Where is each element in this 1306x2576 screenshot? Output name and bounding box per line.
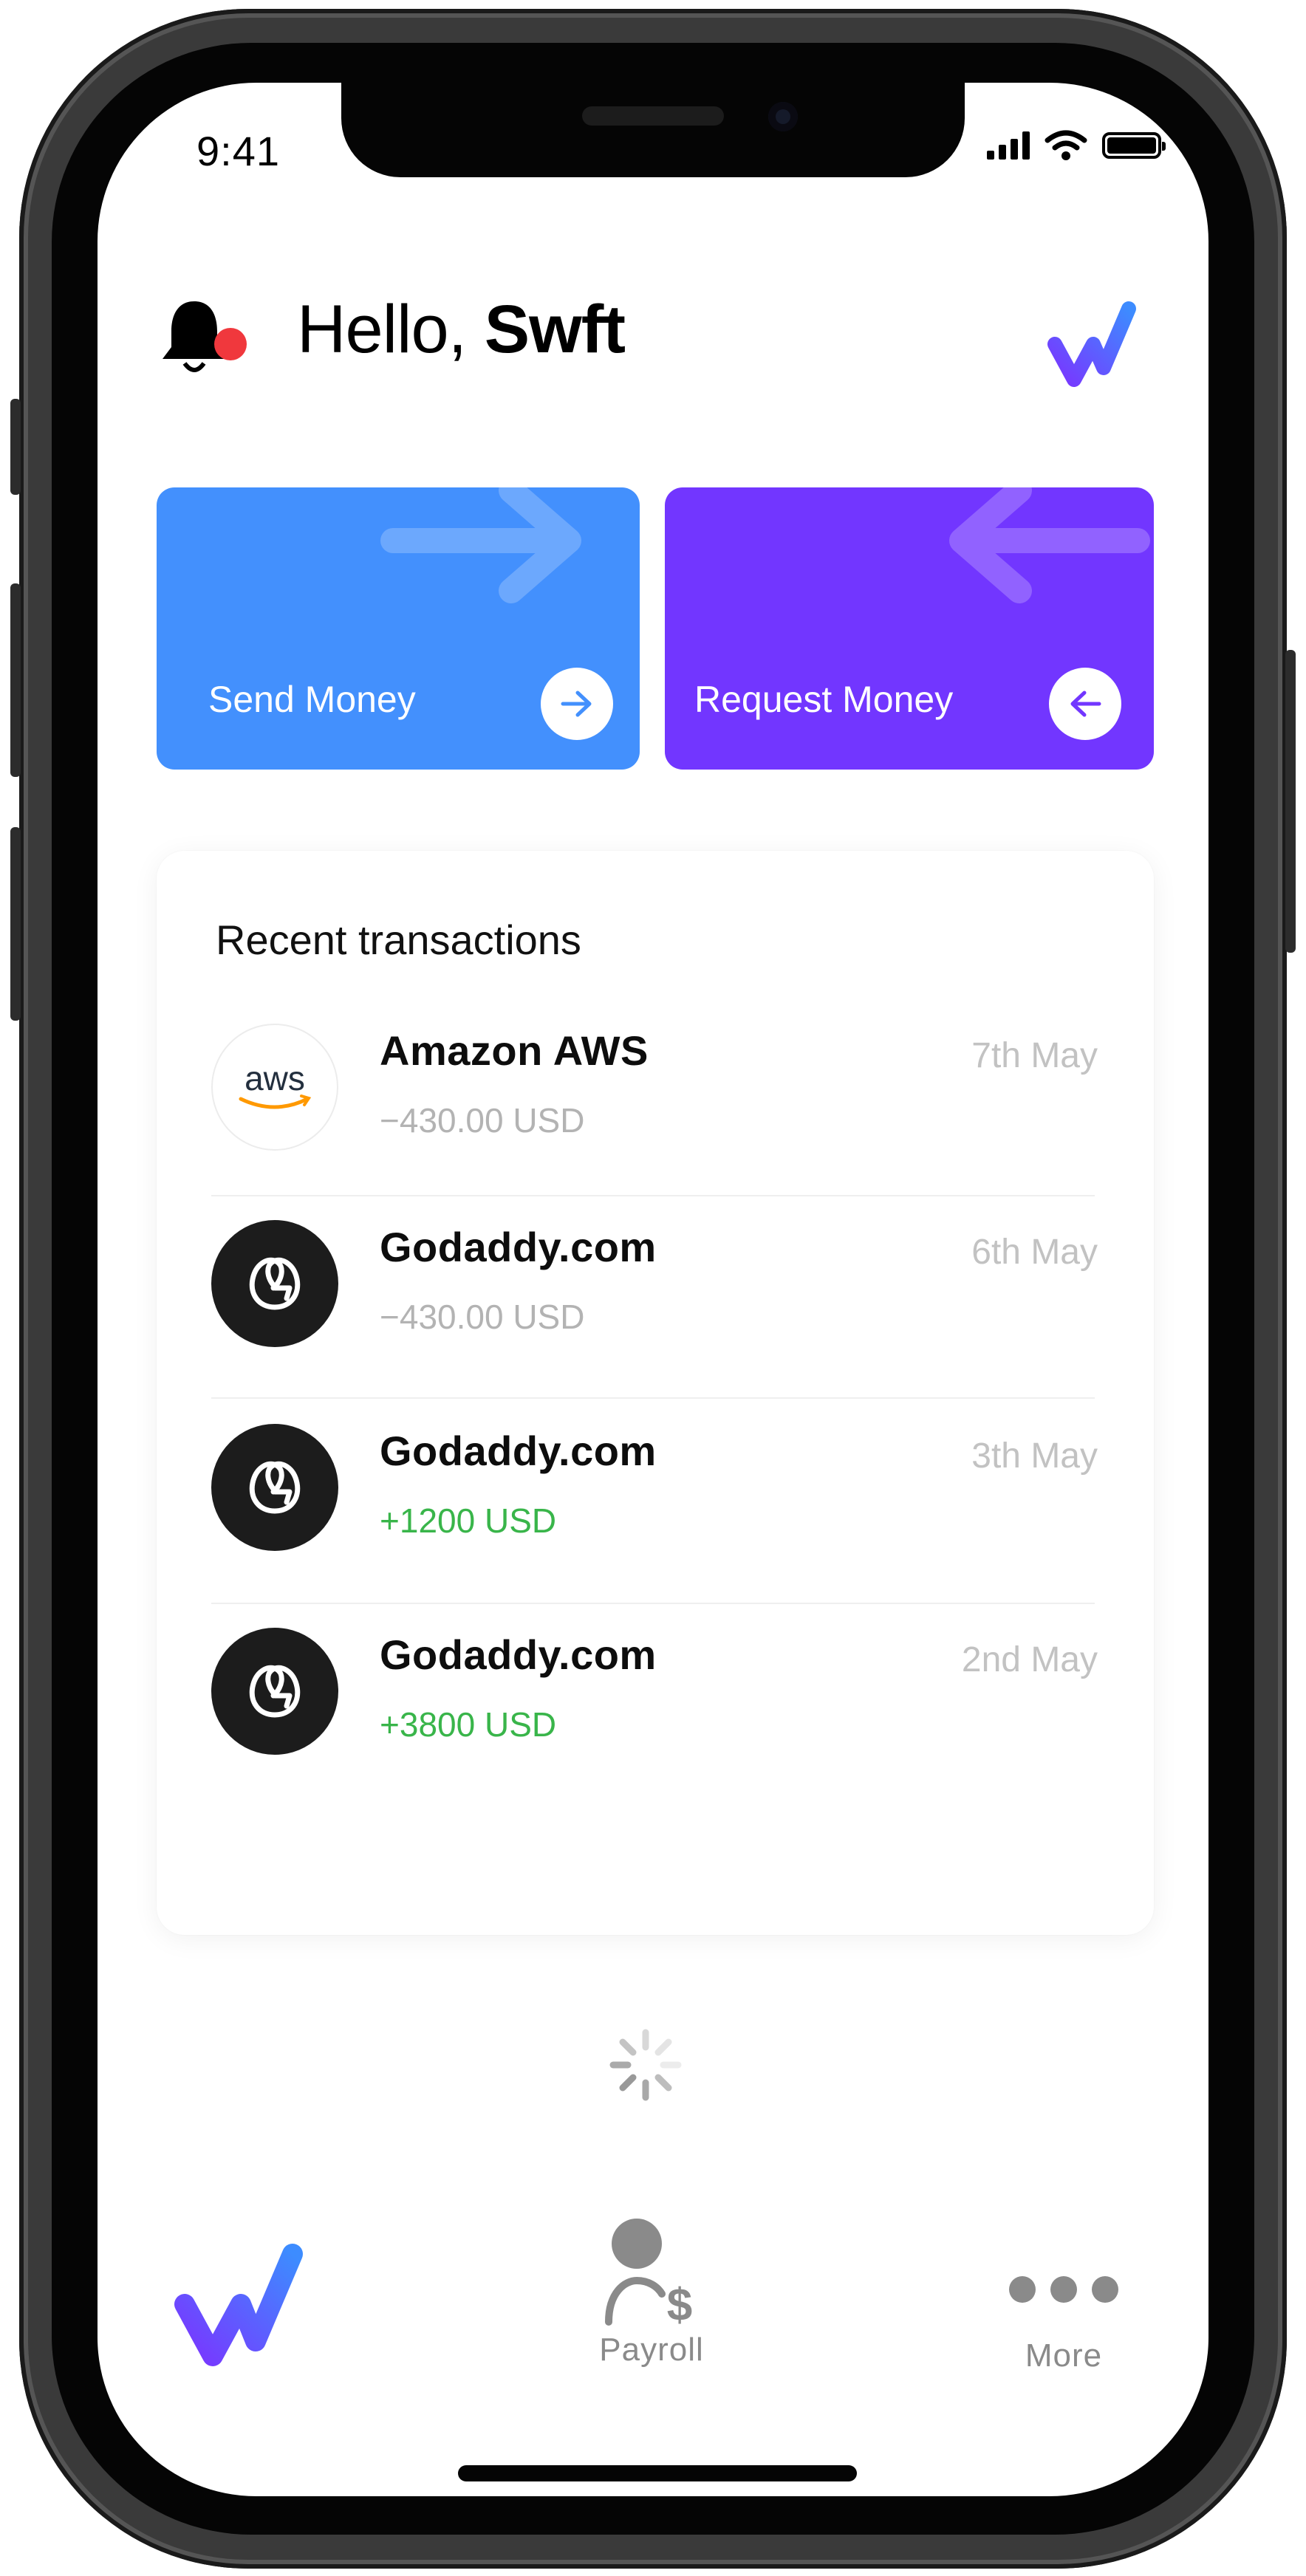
- arrow-left-icon: [1070, 691, 1101, 717]
- swft-logo-icon: [174, 2244, 303, 2366]
- transaction-date: 7th May: [971, 1036, 1098, 1075]
- aws-logo-icon: aws: [211, 1024, 338, 1151]
- row-divider: [211, 1195, 1095, 1196]
- transaction-row[interactable]: Godaddy.com +1200 USD 3th May: [211, 1424, 1098, 1609]
- tab-home[interactable]: [168, 2230, 309, 2371]
- transaction-date: 6th May: [971, 1233, 1098, 1272]
- notch: [341, 83, 965, 177]
- tab-more[interactable]: More: [997, 2273, 1130, 2374]
- status-icons: [987, 130, 1166, 161]
- godaddy-logo-icon: [211, 1424, 338, 1551]
- request-money-button[interactable]: [1049, 668, 1121, 740]
- row-divider: [211, 1397, 1095, 1399]
- recent-transactions-panel: Recent transactions aws Amazon AWS −430.…: [157, 851, 1154, 1935]
- transactions-title: Recent transactions: [216, 917, 581, 963]
- request-money-label: Request Money: [694, 679, 954, 720]
- row-divider: [211, 1603, 1095, 1604]
- transaction-amount: +3800 USD: [380, 1705, 557, 1744]
- transaction-amount: −430.00 USD: [380, 1298, 585, 1336]
- aws-logo-text: aws: [245, 1059, 305, 1097]
- app-screen: 9:41 Hello, Swft Send Money Request Mone…: [98, 83, 1208, 2496]
- arrow-right-watermark-icon: [380, 487, 581, 603]
- godaddy-logo-icon: [211, 1628, 338, 1755]
- bell-icon: [163, 301, 247, 372]
- arrow-left-watermark-icon: [949, 487, 1150, 603]
- send-money-label: Send Money: [208, 679, 416, 720]
- transaction-amount: −430.00 USD: [380, 1101, 585, 1140]
- payroll-icon: $: [605, 2219, 692, 2331]
- transaction-date: 3th May: [971, 1436, 1098, 1476]
- earpiece-speaker: [582, 106, 724, 126]
- transaction-row[interactable]: Godaddy.com +3800 USD 2nd May: [211, 1628, 1098, 1812]
- loading-spinner-icon: [609, 2029, 682, 2101]
- home-indicator[interactable]: [458, 2465, 857, 2481]
- swft-logo-icon: [1043, 292, 1139, 388]
- greeting-name: Swft: [484, 292, 626, 367]
- greeting-prefix: Hello,: [297, 292, 485, 367]
- wifi-icon: [1045, 130, 1087, 160]
- battery-icon: [1102, 132, 1166, 159]
- transaction-name: Godaddy.com: [380, 1631, 657, 1678]
- svg-text:$: $: [667, 2280, 692, 2328]
- transaction-name: Godaddy.com: [380, 1428, 657, 1474]
- more-dots-icon: [1009, 2276, 1118, 2303]
- transaction-name: Amazon AWS: [380, 1027, 649, 1074]
- tab-payroll[interactable]: $ Payroll: [581, 2217, 722, 2368]
- payroll-label: Payroll: [599, 2332, 704, 2368]
- silent-switch: [10, 399, 21, 495]
- volume-up-button: [10, 583, 21, 777]
- volume-down-button: [10, 827, 21, 1021]
- cellular-signal-icon: [987, 131, 1030, 160]
- transaction-row[interactable]: Godaddy.com −430.00 USD 6th May: [211, 1220, 1098, 1405]
- more-label: More: [1025, 2337, 1103, 2374]
- transaction-amount: +1200 USD: [380, 1501, 557, 1540]
- greeting: Hello, Swft: [297, 291, 626, 369]
- godaddy-logo-icon: [211, 1220, 338, 1347]
- send-money-card[interactable]: Send Money: [157, 487, 640, 770]
- arrow-right-icon: [561, 691, 592, 717]
- power-button: [1285, 650, 1296, 953]
- request-money-card[interactable]: Request Money: [665, 487, 1154, 770]
- transaction-row[interactable]: aws Amazon AWS −430.00 USD 7th May: [211, 1024, 1098, 1208]
- send-money-button[interactable]: [541, 668, 613, 740]
- transaction-name: Godaddy.com: [380, 1224, 657, 1270]
- front-camera: [768, 102, 798, 131]
- transaction-date: 2nd May: [961, 1640, 1098, 1679]
- notifications-button[interactable]: [154, 295, 250, 384]
- status-time: 9:41: [196, 128, 280, 174]
- notification-dot: [214, 328, 247, 360]
